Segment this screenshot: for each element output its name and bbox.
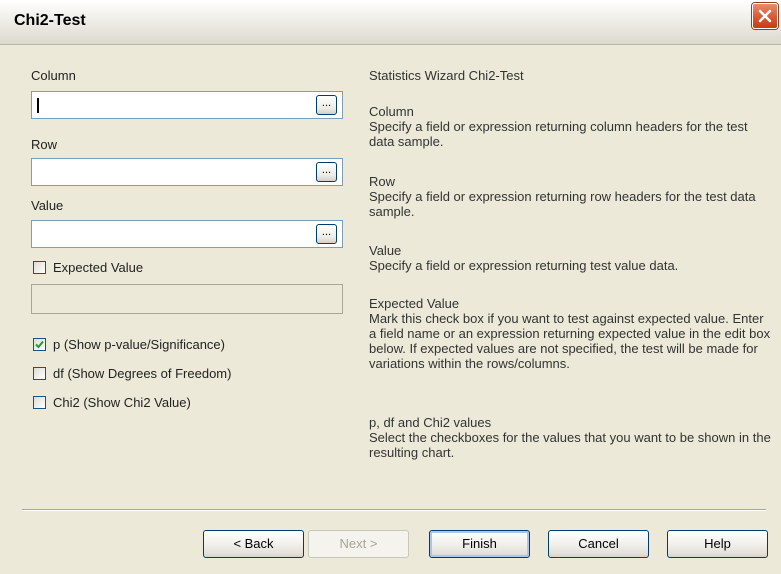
help-section-title: Column xyxy=(369,104,414,119)
row-label: Row xyxy=(31,137,58,152)
help-section-text: Specify a field or expression returning … xyxy=(369,119,748,149)
dialog-title: Chi2-Test xyxy=(14,12,86,29)
help-section-title: Value xyxy=(369,243,402,258)
help-section-title: p, df and Chi2 values xyxy=(369,415,492,430)
close-button[interactable] xyxy=(752,3,778,29)
help-heading: Statistics Wizard Chi2-Test xyxy=(369,68,524,83)
chi2-test-dialog: Chi2-Test Column ... Row ... Value ... E… xyxy=(0,0,781,574)
finish-button[interactable]: Finish xyxy=(429,530,530,558)
value-label: Value xyxy=(31,198,64,213)
p-value-checkbox-label: p (Show p-value/Significance) xyxy=(53,337,225,352)
row-browse-button[interactable]: ... xyxy=(316,162,337,182)
help-section-value: Value Specify a field or expression retu… xyxy=(369,243,771,273)
footer-separator xyxy=(22,509,766,511)
expected-value-checkbox-label: Expected Value xyxy=(53,260,144,275)
help-section-title: Expected Value xyxy=(369,296,460,311)
value-input[interactable] xyxy=(32,221,342,247)
column-browse-button[interactable]: ... xyxy=(316,95,337,115)
chi2-checkbox-label: Chi2 (Show Chi2 Value) xyxy=(53,395,191,410)
df-checkbox-label: df (Show Degrees of Freedom) xyxy=(53,366,232,381)
help-section-statistics-values: p, df and Chi2 values Select the checkbo… xyxy=(369,415,771,460)
expected-value-field[interactable] xyxy=(31,284,343,314)
title-bar[interactable]: Chi2-Test xyxy=(0,0,781,45)
close-icon xyxy=(758,9,772,23)
expected-value-checkbox[interactable]: Expected Value xyxy=(33,260,233,278)
value-browse-button[interactable]: ... xyxy=(316,224,337,244)
help-section-text: Mark this check box if you want to test … xyxy=(369,311,771,371)
checkmark-icon xyxy=(35,340,44,349)
expected-value-checkbox-box[interactable] xyxy=(33,261,46,274)
chi2-checkbox[interactable]: Chi2 (Show Chi2 Value) xyxy=(33,395,293,413)
row-input[interactable] xyxy=(32,159,342,185)
help-section-row: Row Specify a field or expression return… xyxy=(369,174,771,219)
back-button[interactable]: < Back xyxy=(203,530,304,558)
column-field[interactable]: ... xyxy=(31,91,343,119)
column-input[interactable] xyxy=(32,92,342,118)
help-button[interactable]: Help xyxy=(667,530,768,558)
value-field[interactable]: ... xyxy=(31,220,343,248)
help-section-column: Column Specify a field or expression ret… xyxy=(369,104,771,149)
help-section-text: Specify a field or expression returning … xyxy=(369,258,679,273)
text-caret xyxy=(37,98,39,113)
help-section-text: Select the checkboxes for the values tha… xyxy=(369,430,771,460)
column-label: Column xyxy=(31,68,76,83)
p-value-checkbox-box[interactable] xyxy=(33,338,46,351)
p-value-checkbox[interactable]: p (Show p-value/Significance) xyxy=(33,337,293,355)
help-section-title: Row xyxy=(369,174,396,189)
chi2-checkbox-box[interactable] xyxy=(33,396,46,409)
cancel-button[interactable]: Cancel xyxy=(548,530,649,558)
df-checkbox-box[interactable] xyxy=(33,367,46,380)
help-section-text: Specify a field or expression returning … xyxy=(369,189,756,219)
next-button[interactable]: Next > xyxy=(308,530,409,558)
df-checkbox[interactable]: df (Show Degrees of Freedom) xyxy=(33,366,293,384)
help-section-expected-value: Expected Value Mark this check box if yo… xyxy=(369,296,771,371)
row-field[interactable]: ... xyxy=(31,158,343,186)
